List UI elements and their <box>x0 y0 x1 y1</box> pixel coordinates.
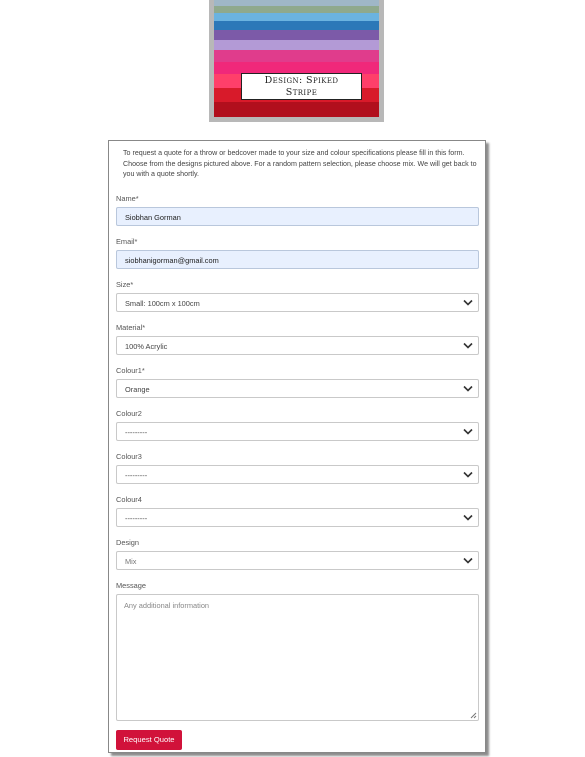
colour3-select[interactable]: --------- <box>116 465 479 484</box>
name-field[interactable]: Siobhan Gorman <box>116 207 479 226</box>
message-label: Message <box>116 581 146 590</box>
request-quote-button[interactable]: Request Quote <box>116 730 182 750</box>
chevron-down-icon <box>463 514 473 521</box>
chevron-down-icon <box>463 299 473 306</box>
chevron-down-icon <box>463 342 473 349</box>
size-label: Size* <box>116 280 134 289</box>
size-select-value: Small: 100cm x 100cm <box>125 299 200 308</box>
name-label: Name* <box>116 194 139 203</box>
design-caption: Design: Spiked Stripe <box>241 73 362 100</box>
design-select[interactable]: Mix <box>116 551 479 570</box>
material-select-value: 100% Acrylic <box>125 342 168 351</box>
message-textarea[interactable]: Any additional information <box>116 594 479 721</box>
colour3-label: Colour3 <box>116 452 142 461</box>
design-caption-line1: Design: Spiked <box>264 75 339 86</box>
colour3-select-value: --------- <box>125 471 148 480</box>
design-select-value: Mix <box>125 557 137 566</box>
colour1-select[interactable]: Orange <box>116 379 479 398</box>
size-select[interactable]: Small: 100cm x 100cm <box>116 293 479 312</box>
colour2-select-value: --------- <box>125 428 148 437</box>
colour1-select-value: Orange <box>125 385 150 394</box>
chevron-down-icon <box>463 471 473 478</box>
resize-handle-icon[interactable] <box>469 711 477 719</box>
design-thumbnail: Design: Spiked Stripe <box>209 0 384 122</box>
material-label: Material* <box>116 323 146 332</box>
spiked-stripe-image: Design: Spiked Stripe <box>214 0 379 117</box>
colour4-select[interactable]: --------- <box>116 508 479 527</box>
colour1-label: Colour1* <box>116 366 145 375</box>
email-field[interactable]: siobhanigorman@gmail.com <box>116 250 479 269</box>
colour4-label: Colour4 <box>116 495 142 504</box>
colour4-select-value: --------- <box>125 514 148 523</box>
form-intro-text: To request a quote for a throw or bedcov… <box>123 149 477 178</box>
chevron-down-icon <box>463 385 473 392</box>
material-select[interactable]: 100% Acrylic <box>116 336 479 355</box>
chevron-down-icon <box>463 557 473 564</box>
design-label: Design <box>116 538 140 547</box>
design-caption-line2: Stripe <box>285 87 318 98</box>
quote-request-form: To request a quote for a throw or bedcov… <box>108 140 486 753</box>
message-placeholder: Any additional information <box>124 601 210 610</box>
email-label: Email* <box>116 237 138 246</box>
colour2-label: Colour2 <box>116 409 142 418</box>
chevron-down-icon <box>463 428 473 435</box>
colour2-select[interactable]: --------- <box>116 422 479 441</box>
